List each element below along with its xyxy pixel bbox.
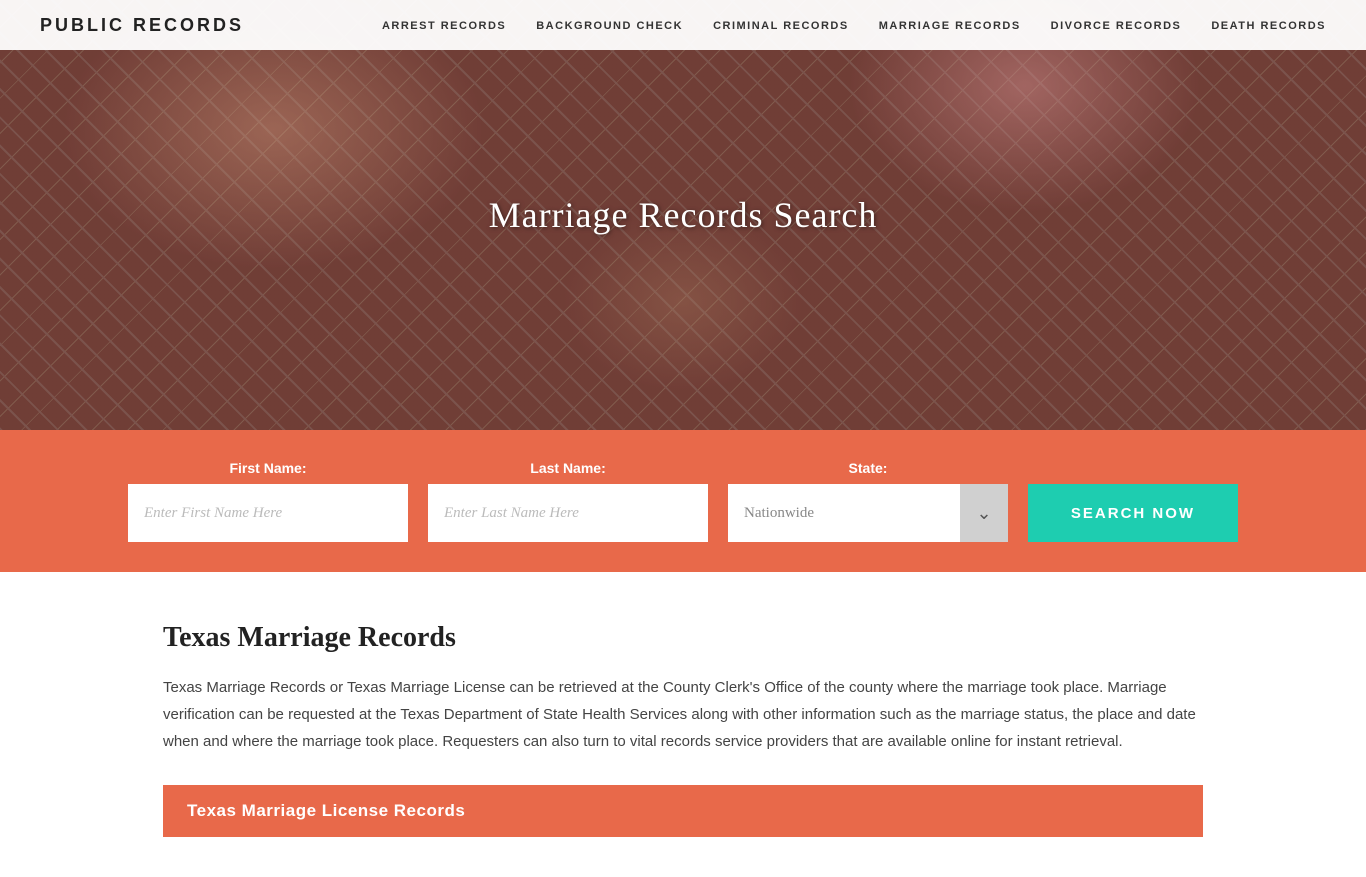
site-logo[interactable]: PUBLIC RECORDS <box>40 15 244 36</box>
nav-links: ARREST RECORDS BACKGROUND CHECK CRIMINAL… <box>382 16 1326 34</box>
section-box-title: Texas Marriage License Records <box>187 801 1179 821</box>
hero-section: Marriage Records Search <box>0 0 1366 430</box>
hero-title: Marriage Records Search <box>489 194 878 236</box>
nav-link-divorce[interactable]: DIVORCE RECORDS <box>1051 20 1182 32</box>
first-name-label: First Name: <box>128 460 408 476</box>
last-name-field: Last Name: <box>428 460 708 542</box>
first-name-input[interactable] <box>128 484 408 542</box>
section-heading: Texas Marriage Records <box>163 622 1203 654</box>
nav-link-background[interactable]: BACKGROUND CHECK <box>536 20 683 32</box>
last-name-input[interactable] <box>428 484 708 542</box>
nav-item-background: BACKGROUND CHECK <box>536 16 683 34</box>
nav-link-marriage[interactable]: MARRIAGE RECORDS <box>879 20 1021 32</box>
nav-link-arrest[interactable]: ARREST RECORDS <box>382 20 506 32</box>
search-now-button[interactable]: SEARCH NOW <box>1028 484 1238 542</box>
nav-item-death: DEATH RECORDS <box>1211 16 1326 34</box>
nav-item-divorce: DIVORCE RECORDS <box>1051 16 1182 34</box>
state-label: State: <box>728 460 1008 476</box>
nav-link-death[interactable]: DEATH RECORDS <box>1211 20 1326 32</box>
nav-item-criminal: CRIMINAL RECORDS <box>713 16 849 34</box>
state-select-wrapper: Nationwide Alabama Alaska Arizona Arkans… <box>728 484 1008 542</box>
section-paragraph: Texas Marriage Records or Texas Marriage… <box>163 674 1203 755</box>
section-box: Texas Marriage License Records <box>163 785 1203 837</box>
state-select[interactable]: Nationwide Alabama Alaska Arizona Arkans… <box>728 484 1008 542</box>
nav-item-marriage: MARRIAGE RECORDS <box>879 16 1021 34</box>
first-name-field: First Name: <box>128 460 408 542</box>
search-section: First Name: Last Name: State: Nationwide… <box>0 430 1366 572</box>
main-content: Texas Marriage Records Texas Marriage Re… <box>83 572 1283 877</box>
last-name-label: Last Name: <box>428 460 708 476</box>
state-field: State: Nationwide Alabama Alaska Arizona… <box>728 460 1008 542</box>
nav-link-criminal[interactable]: CRIMINAL RECORDS <box>713 20 849 32</box>
navigation: PUBLIC RECORDS ARREST RECORDS BACKGROUND… <box>0 0 1366 50</box>
nav-item-arrest: ARREST RECORDS <box>382 16 506 34</box>
